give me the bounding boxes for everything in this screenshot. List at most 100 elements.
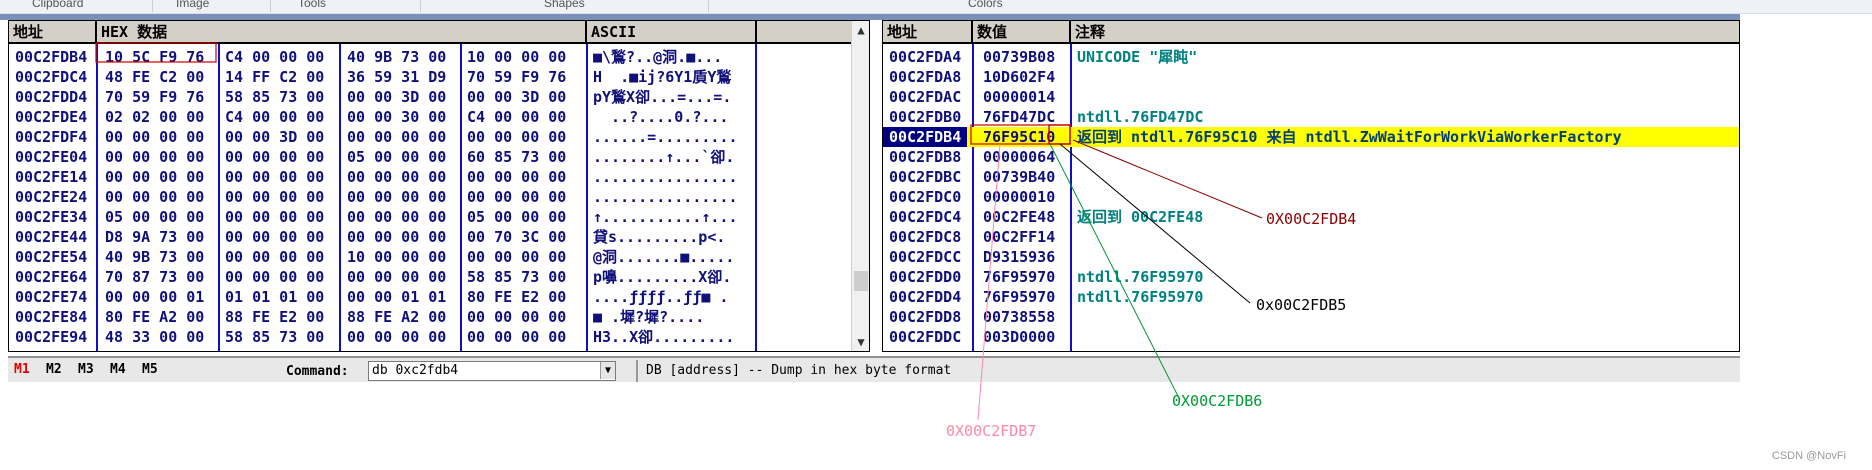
stack-value: D9315936 <box>983 248 1056 266</box>
dump-hex-group: 70 59 F9 76 <box>467 68 567 86</box>
dump-hex-group: C4 00 00 00 <box>225 108 325 126</box>
dump-header-address[interactable]: 地址 <box>9 21 97 44</box>
stack-value: 00739B40 <box>983 168 1056 186</box>
stack-address: 00C2FDC4 <box>889 208 962 226</box>
stack-value: 00738558 <box>983 308 1056 326</box>
dump-hex-group: 00 00 00 00 <box>347 328 447 346</box>
dump-hex-group: 40 9B 73 00 <box>105 248 205 266</box>
stack-value: 10D602F4 <box>983 68 1056 86</box>
stack-row[interactable]: 00C2FDA8 10D602F4 <box>883 67 1739 87</box>
dump-scrollbar[interactable]: ▲ ▼ <box>851 21 869 351</box>
stack-value: 00C2FE48 <box>983 208 1056 226</box>
dump-header-hex[interactable]: HEX 数据 <box>97 21 587 44</box>
dump-ascii: ................ <box>593 168 738 186</box>
dump-hex-group: 01 01 01 00 <box>225 288 325 306</box>
dump-hex-group: 00 00 00 00 <box>347 188 447 206</box>
dump-ascii: ■\鶖?..@洞.■... <box>593 48 723 66</box>
stack-address: 00C2FDA8 <box>889 68 962 86</box>
stack-value: 003D0000 <box>983 328 1056 346</box>
dump-address: 00C2FE84 <box>15 308 88 326</box>
annotation-label-fdb7: 0X00C2FDB7 <box>946 422 1037 440</box>
stack-address: 00C2FDB8 <box>889 148 962 166</box>
status-bar: M1 M2 M3 M4 M5 Command: db 0xc2fdb4 ▼ DB… <box>8 356 1740 382</box>
stack-row[interactable]: 00C2FDB8 00000064 <box>883 147 1739 167</box>
dump-address: 00C2FE14 <box>15 168 88 186</box>
dump-ascii: ↑...........↑... <box>593 208 738 226</box>
stack-address: 00C2FDD4 <box>889 288 962 306</box>
tab-m2[interactable]: M2 <box>46 362 62 377</box>
dump-hex-group: 00 00 00 00 <box>105 168 205 186</box>
scroll-thumb[interactable] <box>854 271 868 291</box>
tab-m4[interactable]: M4 <box>110 362 126 377</box>
dump-ascii: H3..X卻......... <box>593 328 735 346</box>
stack-row[interactable]: 00C2FDDC 003D0000 <box>883 327 1739 347</box>
watermark: CSDN @NovFi <box>1771 450 1846 462</box>
stack-row[interactable]: 00C2FDCC D9315936 <box>883 247 1739 267</box>
stack-row[interactable]: 00C2FDC8 00C2FF14 <box>883 227 1739 247</box>
dump-hex-group: 80 FE E2 00 <box>467 288 567 306</box>
dump-ascii: ......=......... <box>593 128 738 146</box>
stack-comment: 返回到 00C2FE48 <box>1077 208 1204 226</box>
dump-hex-group: 00 00 00 00 <box>225 148 325 166</box>
dump-ascii: H .■ij?6Y1貭Y鶖 <box>593 68 732 86</box>
scroll-up-icon[interactable]: ▲ <box>852 21 869 39</box>
stack-row-selected[interactable]: 00C2FDB4 76F95C10 返回到 ntdll.76F95C10 来自 nt… <box>883 127 1739 147</box>
dump-hex-group: 00 00 3D 00 <box>467 88 567 106</box>
dump-hex-group: 05 00 00 00 <box>467 208 567 226</box>
stack-address: 00C2FDBC <box>889 168 962 186</box>
tab-m3[interactable]: M3 <box>78 362 94 377</box>
stack-row[interactable]: 00C2FDBC 00739B40 <box>883 167 1739 187</box>
dump-ascii: @洞.......■..... <box>593 248 735 266</box>
annotation-label-fdb6: 0X00C2FDB6 <box>1172 392 1263 410</box>
stack-address: 00C2FDCC <box>889 248 962 266</box>
stack-value: 76F95C10 <box>983 128 1056 146</box>
tab-m5[interactable]: M5 <box>142 362 158 377</box>
dump-header-ascii[interactable]: ASCII <box>587 21 757 44</box>
dump-ascii: ................ <box>593 188 738 206</box>
dump-hex-group: 14 FF C2 00 <box>225 68 325 86</box>
stack-header-value[interactable]: 数值 <box>973 21 1071 44</box>
stack-address: 00C2FDB4 <box>883 127 968 147</box>
scroll-down-icon[interactable]: ▼ <box>852 333 869 351</box>
stack-comment: ntdll.76F95970 <box>1077 268 1204 286</box>
dump-hex-group: C4 00 00 00 <box>225 48 325 66</box>
stack-address: 00C2FDD8 <box>889 308 962 326</box>
chevron-down-icon[interactable]: ▼ <box>600 362 615 379</box>
annotation-label-fdb5: 0x00C2FDB5 <box>1256 296 1347 314</box>
dump-hex-group: 00 00 00 00 <box>225 208 325 226</box>
ribbon-bar: Clipboard Image Tools Shapes Colors <box>0 0 1872 14</box>
stack-value: 00000014 <box>983 88 1056 106</box>
dump-hex-group: 00 00 00 00 <box>105 148 205 166</box>
stack-address: 00C2FDA4 <box>889 48 962 66</box>
dump-hex-group: 00 00 3D 00 <box>225 128 325 146</box>
stack-row[interactable]: 00C2FDA4 00739B08 UNICODE "犀盹" <box>883 47 1739 67</box>
dump-address: 00C2FE04 <box>15 148 88 166</box>
stack-address: 00C2FDC0 <box>889 188 962 206</box>
dump-hex-group: 00 00 00 00 <box>105 188 205 206</box>
dump-hex-group: 00 00 00 00 <box>347 228 447 246</box>
dump-hex-group: 00 00 00 00 <box>347 128 447 146</box>
stack-address: 00C2FDAC <box>889 88 962 106</box>
stack-row[interactable]: 00C2FDAC 00000014 <box>883 87 1739 107</box>
stack-address: 00C2FDD0 <box>889 268 962 286</box>
stack-value: 76FD47DC <box>983 108 1056 126</box>
dump-hex-group: 00 00 00 00 <box>225 228 325 246</box>
dump-hex-group: 48 FE C2 00 <box>105 68 205 86</box>
dump-hex-group: 00 00 00 00 <box>467 248 567 266</box>
hex-dump-pane[interactable]: 地址 HEX 数据 ASCII 00C2FDB4 10 5C F9 76 C4 00… <box>8 20 870 352</box>
dump-address: 00C2FE44 <box>15 228 88 246</box>
stack-row[interactable]: 00C2FDB0 76FD47DC ntdll.76FD47DC <box>883 107 1739 127</box>
stack-header-address[interactable]: 地址 <box>883 21 973 44</box>
dump-hex-group: 58 85 73 00 <box>225 88 325 106</box>
stack-row[interactable]: 00C2FDD0 76F95970 ntdll.76F95970 <box>883 267 1739 287</box>
dump-hex-group: 00 00 00 00 <box>467 308 567 326</box>
command-label: Command: <box>286 364 349 379</box>
dump-address: 00C2FDF4 <box>15 128 88 146</box>
stack-header-comment[interactable]: 注释 <box>1071 21 1739 44</box>
stack-row[interactable]: 00C2FDC0 00000010 <box>883 187 1739 207</box>
tab-m1[interactable]: M1 <box>14 362 30 377</box>
dump-ascii: ■ .墀?墀?.... <box>593 308 705 326</box>
dump-address: 00C2FE34 <box>15 208 88 226</box>
command-input[interactable]: db 0xc2fdb4 <box>368 361 616 381</box>
stack-value: 76F95970 <box>983 268 1056 286</box>
